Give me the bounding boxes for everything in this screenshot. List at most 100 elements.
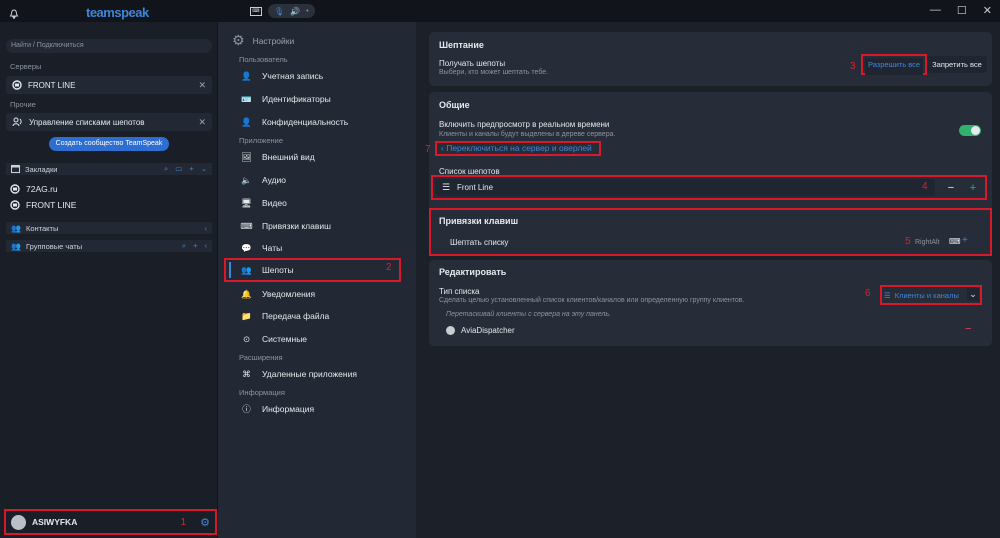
nav-item-label: Шепоты — [262, 265, 294, 275]
main-panel: Шептание Получать шепоты Выбери, кто мож… — [416, 22, 1000, 538]
nav-item-info[interactable]: ⓘ Информация — [239, 402, 314, 416]
left-sidebar: Найти / Подключиться Серверы FRONT LINE … — [0, 22, 218, 538]
switch-server-overlay-link[interactable]: ‹ Переключиться на сервер и оверлей — [441, 143, 592, 153]
deny-all-button[interactable]: Запретить все — [927, 56, 987, 73]
remove-client-button[interactable]: − — [965, 323, 971, 335]
away-icon[interactable]: ⌨ — [250, 6, 262, 16]
teamspeak-icon — [12, 80, 22, 90]
card-title: Привязки клавиш — [439, 216, 519, 226]
user-panel[interactable]: ASIWYFKA 1 ⚙ — [4, 509, 217, 535]
whisper-icon: 👥 — [241, 264, 252, 275]
list-icon: ☰ — [442, 182, 451, 192]
card-title: Шептание — [439, 40, 484, 50]
annotation-4: 4 — [922, 181, 928, 192]
whisper-list-value: Front Line — [457, 183, 494, 192]
group-chats-header[interactable]: 👥 Групповые чаты ⌕ + ‹ — [6, 240, 212, 252]
chevron-down-icon[interactable]: ⌄ — [201, 164, 207, 174]
close-icon[interactable]: ✕ — [198, 117, 206, 128]
avatar[interactable] — [11, 514, 26, 530]
close-icon[interactable]: ✕ — [198, 80, 206, 91]
nav-item-label: Учетная запись — [262, 71, 324, 81]
annotation-1: 1 — [180, 516, 187, 528]
server-tab-label: FRONT LINE — [28, 80, 76, 90]
settings-title: Настройки — [252, 35, 295, 46]
folder-icon: 📁 — [241, 310, 252, 321]
settings-nav: ⚙ Настройки Пользователь 👤 Учетная запись… — [218, 22, 416, 538]
server-tab[interactable]: FRONT LINE ✕ — [6, 76, 212, 94]
receive-whispers-sub: Выбери, кто может шептать тебе. — [439, 69, 549, 76]
card-title: Редактировать — [439, 267, 507, 277]
list-icon: ☰ — [884, 290, 891, 300]
audio-controls: ⌨ 🎙 🔊 • — [250, 4, 315, 18]
whisper-list-select[interactable]: ☰ Front Line 4 — [435, 179, 935, 196]
bookmark-item[interactable]: 72AG.ru — [10, 184, 58, 194]
chevron-down-icon[interactable]: ⌄ — [967, 288, 979, 301]
nav-category-app: Приложение — [239, 136, 283, 145]
nav-item-whispers[interactable]: 👥 Шепоты — [239, 263, 294, 277]
nav-item-label: Удаленные приложения — [262, 369, 357, 379]
contacts-icon: 👥 — [11, 223, 21, 233]
keyboard-icon[interactable]: ⌨ — [949, 237, 961, 246]
card-title: Общие — [439, 100, 470, 110]
group-chat-icon: 👥 — [11, 241, 21, 251]
nav-item-remoteapps[interactable]: ⌘ Удаленные приложения — [239, 367, 357, 381]
speaker-icon: 🔈 — [241, 174, 252, 185]
speaker-icon[interactable]: 🔊 — [290, 7, 300, 16]
gear-icon[interactable]: ⚙ — [200, 516, 210, 529]
add-hotkey-button[interactable]: + — [962, 235, 968, 246]
chevron-left-icon[interactable]: ‹ — [205, 224, 208, 233]
add-list-button[interactable]: + — [964, 179, 982, 197]
title-bar: teamspeak ⌨ 🎙 🔊 • — ☐ ✕ — [0, 0, 1000, 22]
search-icon[interactable]: ⌕ — [182, 241, 186, 251]
group-chats-label: Групповые чаты — [25, 241, 83, 251]
add-icon[interactable]: + — [193, 241, 197, 251]
hotkeys-card: Привязки клавиш Шептать списку 5 RightAl… — [429, 208, 992, 256]
whisper-card: Шептание Получать шепоты Выбери, кто мож… — [429, 32, 992, 86]
nav-item-label: Идентификаторы — [262, 94, 331, 104]
teamspeak-icon — [10, 200, 20, 210]
gear-icon: ⚙ — [232, 32, 245, 48]
nav-item-chats[interactable]: 💬 Чаты — [239, 241, 282, 255]
bookmarks-header[interactable]: Закладки ⌕ ▭ + ⌄ — [6, 163, 212, 175]
nav-item-notifications[interactable]: 🔔 Уведомления — [239, 287, 315, 301]
list-item[interactable]: AviaDispatcher — [446, 326, 515, 335]
close-button[interactable]: ✕ — [983, 4, 992, 17]
bookmark-item[interactable]: FRONT LINE — [10, 200, 76, 210]
nav-item-account[interactable]: 👤 Учетная запись — [239, 69, 323, 83]
whisper-lists-tab[interactable]: Управление списками шепотов ✕ — [6, 113, 212, 131]
nav-item-identities[interactable]: 🪪 Идентификаторы — [239, 92, 331, 106]
nav-item-privacy[interactable]: 👤 Конфиденциальность — [239, 115, 348, 129]
nav-item-video[interactable]: 🖥 Видео — [239, 196, 287, 210]
window-controls: — ☐ ✕ — [930, 4, 992, 17]
monitor-icon: 🖥 — [241, 197, 252, 208]
bookmark-label: 72AG.ru — [26, 184, 58, 194]
nav-item-appearance[interactable]: 🖼 Внешний вид — [239, 150, 315, 164]
whisper-icon — [12, 117, 22, 127]
maximize-button[interactable]: ☐ — [957, 4, 967, 17]
drag-hint: Перетаскивай клиенты с сервера на эту па… — [446, 311, 612, 318]
folder-icon[interactable]: ▭ — [175, 164, 182, 174]
annotation-6: 6 — [865, 288, 871, 299]
allow-all-button[interactable]: Разрешить все — [865, 58, 923, 75]
nav-item-audio[interactable]: 🔈 Аудио — [239, 173, 286, 187]
chevron-left-icon[interactable]: ‹ — [205, 241, 208, 251]
nav-category-info: Информация — [239, 388, 285, 397]
search-input[interactable]: Найти / Подключиться — [6, 39, 212, 53]
nav-item-hotkeys[interactable]: ⌨ Привязки клавиш — [239, 219, 331, 233]
remove-list-button[interactable]: − — [942, 179, 960, 197]
minimize-button[interactable]: — — [930, 4, 941, 17]
bell-icon[interactable] — [9, 9, 19, 19]
search-icon[interactable]: ⌕ — [164, 164, 168, 174]
list-type-select[interactable]: ☰ Клиенты и каналы — [884, 289, 968, 301]
nav-item-label: Аудио — [262, 175, 286, 185]
realtime-preview-toggle[interactable] — [959, 125, 981, 136]
nav-item-filetransfer[interactable]: 📁 Передача файла — [239, 309, 329, 323]
more-dot-icon[interactable]: • — [306, 8, 308, 15]
contacts-header[interactable]: 👥 Контакты ‹ — [6, 222, 212, 234]
mic-icon[interactable]: 🎙 — [274, 7, 284, 16]
nav-item-system[interactable]: ⊙ Системные — [239, 332, 307, 346]
create-community-button[interactable]: Создать сообщество TeamSpeak — [49, 137, 169, 151]
add-icon[interactable]: + — [189, 164, 193, 174]
client-name: AviaDispatcher — [461, 326, 515, 335]
bookmarks-label: Закладки — [25, 164, 58, 174]
